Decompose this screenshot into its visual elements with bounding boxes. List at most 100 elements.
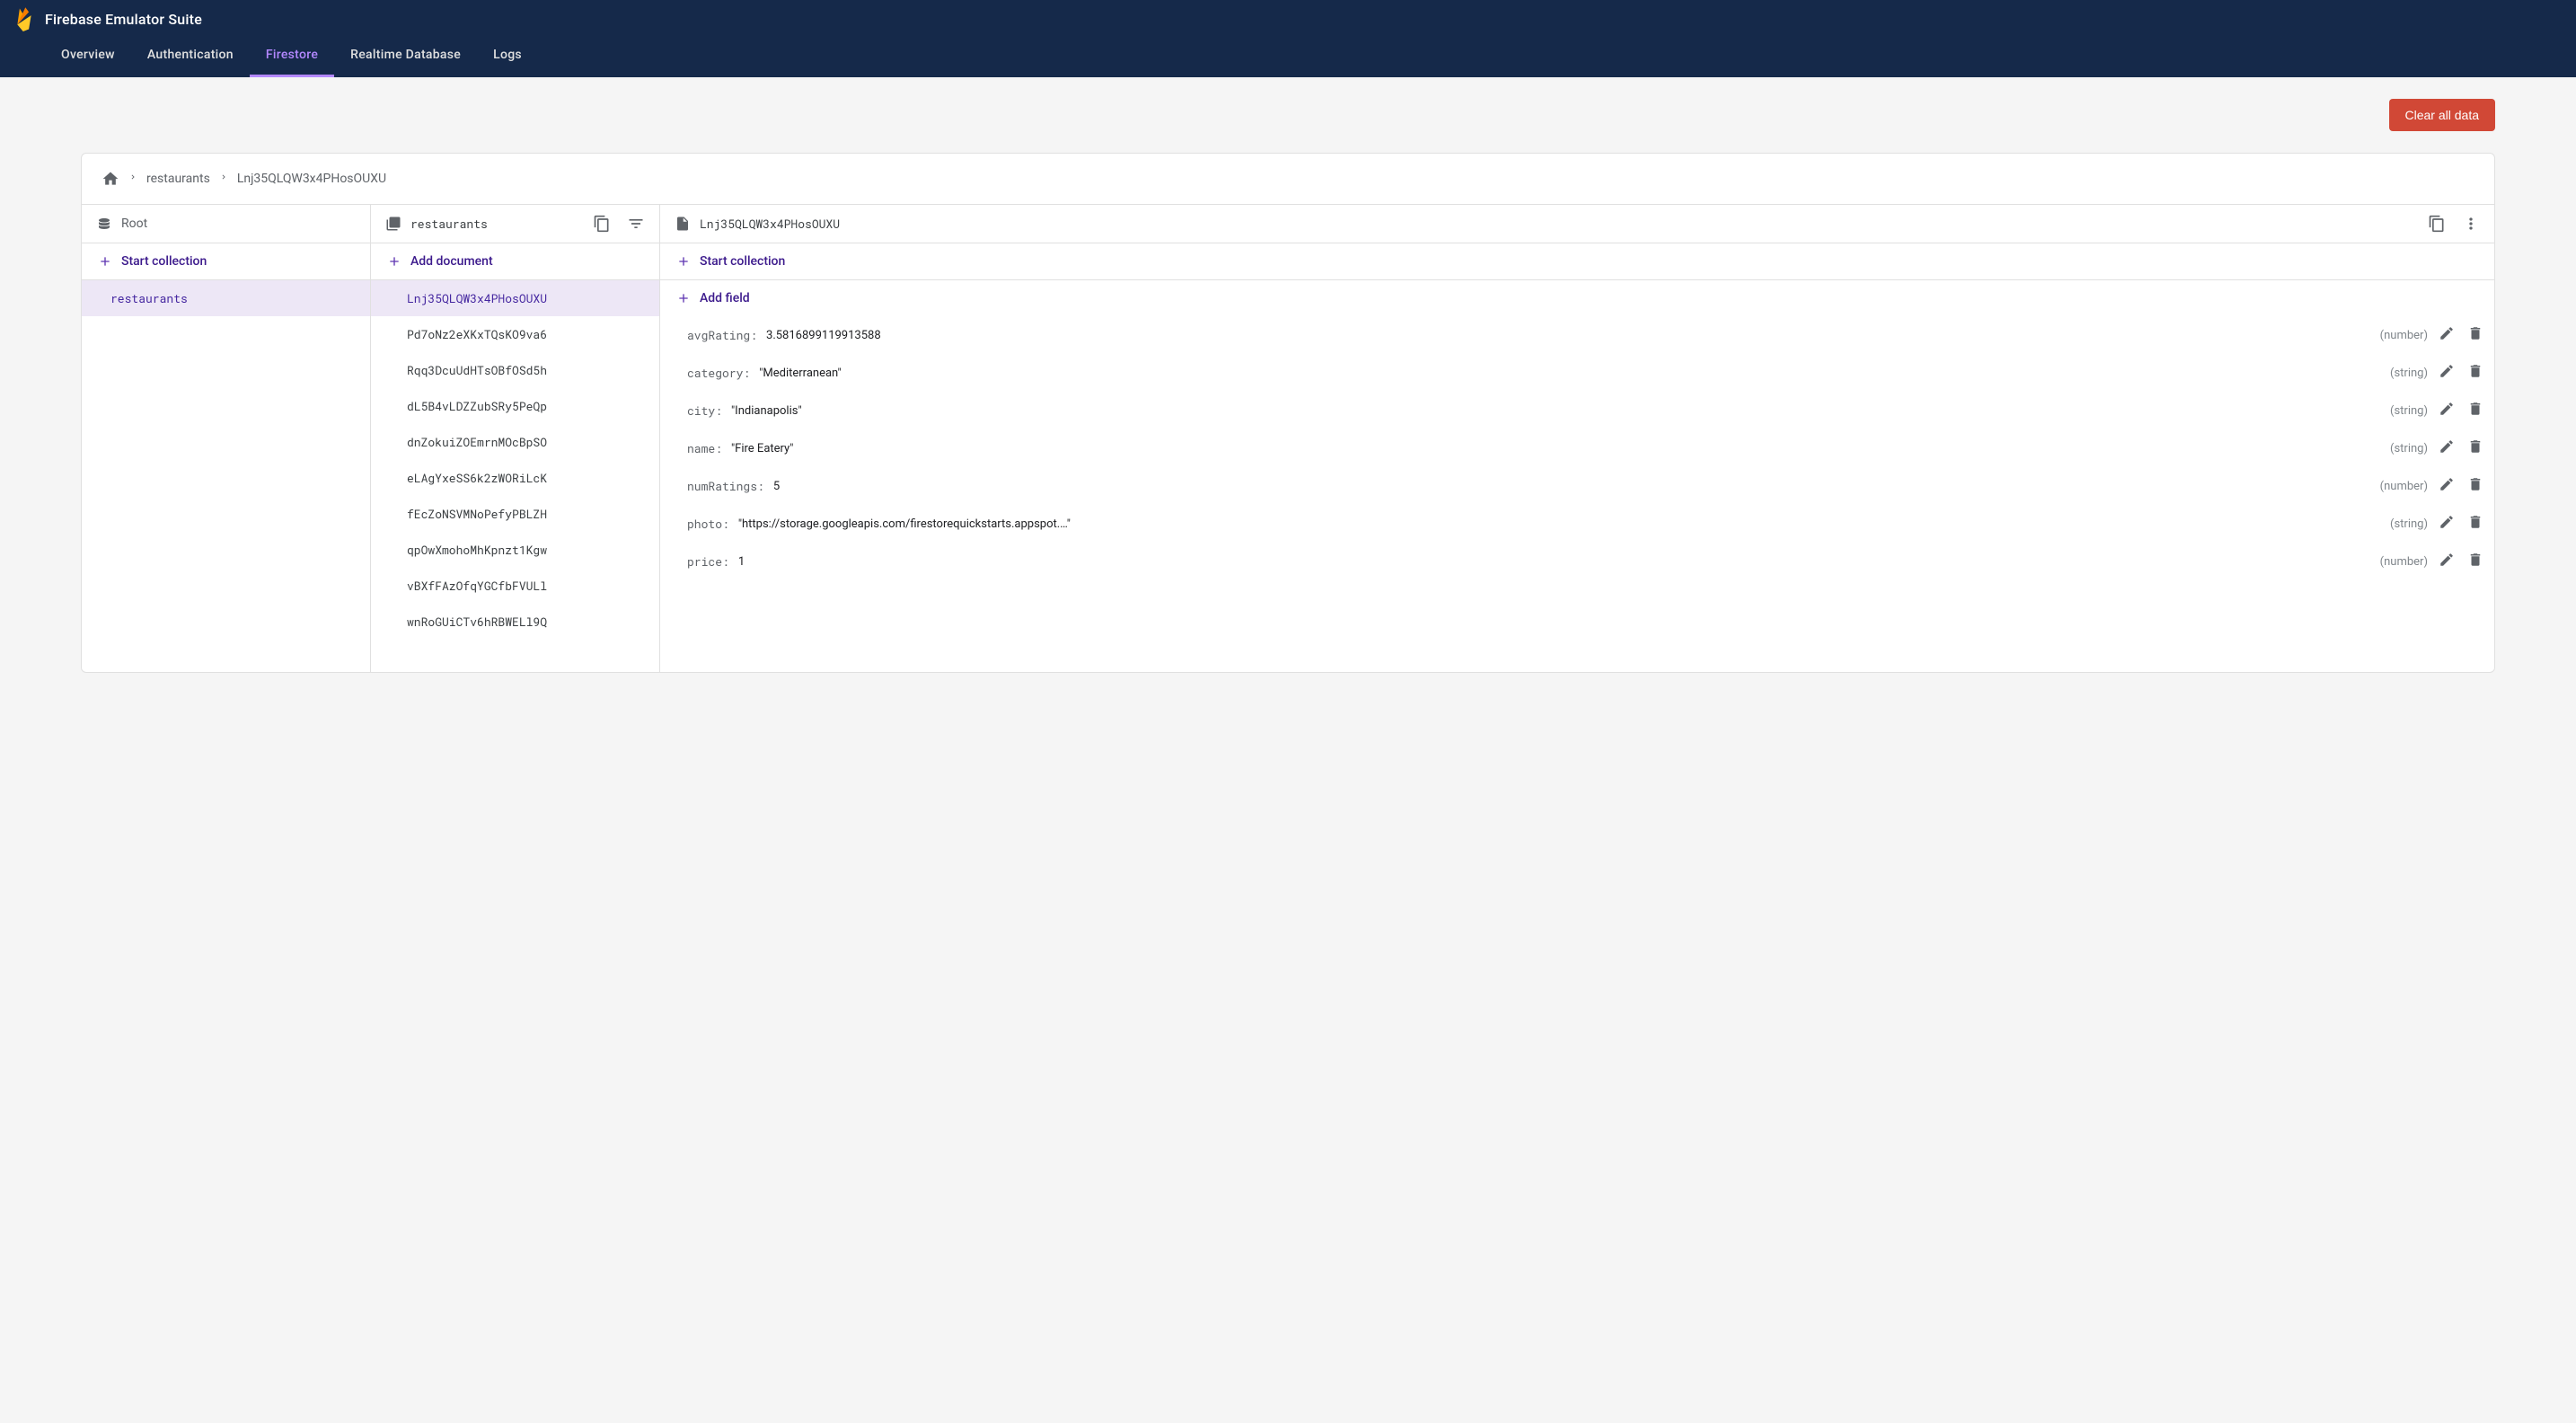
field-row: city: "Indianapolis" (string) <box>660 392 2494 429</box>
chevron-right-icon <box>219 171 228 187</box>
root-label: Root <box>121 217 147 231</box>
add-field-button[interactable]: Add field <box>660 280 2494 316</box>
clear-all-data-button[interactable]: Clear all data <box>2389 99 2496 131</box>
tab-overview[interactable]: Overview <box>45 35 131 77</box>
document-item[interactable]: Rqq3DcuUdHTsOBfOSd5h <box>371 352 659 388</box>
field-key: photo: <box>687 516 729 532</box>
edit-icon[interactable] <box>2439 438 2455 458</box>
breadcrumb-collection[interactable]: restaurants <box>146 172 210 186</box>
tab-firestore[interactable]: Firestore <box>250 35 334 77</box>
delete-icon[interactable] <box>2467 476 2483 496</box>
home-icon[interactable] <box>101 170 119 188</box>
field-key: city: <box>687 402 722 419</box>
breadcrumb-document[interactable]: Lnj35QLQW3x4PHosOUXU <box>237 172 386 186</box>
documents-column: restaurants Add document Lnj35QLQW3x4PHo… <box>371 205 660 672</box>
field-key: name: <box>687 440 722 456</box>
documents-column-header: restaurants <box>371 205 659 243</box>
document-id: Lnj35QLQW3x4PHosOUXU <box>700 216 840 232</box>
plus-icon <box>387 254 401 269</box>
collection-item[interactable]: restaurants <box>82 280 370 316</box>
edit-icon[interactable] <box>2439 514 2455 534</box>
field-value: 3.5816899119913588 <box>766 329 2375 342</box>
edit-icon[interactable] <box>2439 325 2455 345</box>
field-type: (string) <box>2390 442 2433 455</box>
document-item[interactable]: eLAgYxeSS6k2zWORiLcK <box>371 460 659 496</box>
root-column-header: Root <box>82 205 370 243</box>
start-subcollection-button[interactable]: Start collection <box>660 243 2494 280</box>
field-value: 1 <box>738 555 2375 569</box>
field-value: "Fire Eatery" <box>731 442 2385 455</box>
delete-icon[interactable] <box>2467 363 2483 383</box>
document-item[interactable]: qpOwXmohoMhKpnzt1Kgw <box>371 532 659 568</box>
field-value: "Indianapolis" <box>731 404 2385 418</box>
edit-icon[interactable] <box>2439 476 2455 496</box>
field-type: (string) <box>2390 404 2433 418</box>
delete-icon[interactable] <box>2467 401 2483 420</box>
field-row: price: 1 (number) <box>660 543 2494 580</box>
fields-column-header: Lnj35QLQW3x4PHosOUXU <box>660 205 2494 243</box>
app-title: Firebase Emulator Suite <box>45 11 202 28</box>
field-type: (number) <box>2380 555 2433 569</box>
filter-icon[interactable] <box>627 215 645 233</box>
document-item[interactable]: vBXfFAzOfqYGCfbFVULl <box>371 568 659 604</box>
collection-name: restaurants <box>410 216 488 232</box>
field-key: price: <box>687 553 729 570</box>
tab-realtime-database[interactable]: Realtime Database <box>334 35 477 77</box>
toolbar: Clear all data <box>0 77 2576 140</box>
start-collection-label: Start collection <box>121 254 207 269</box>
plus-icon <box>676 254 691 269</box>
edit-icon[interactable] <box>2439 401 2455 420</box>
nav-tabs: OverviewAuthenticationFirestoreRealtime … <box>14 38 2562 77</box>
field-row: photo: "https://storage.googleapis.com/fi… <box>660 505 2494 543</box>
tab-logs[interactable]: Logs <box>477 35 538 77</box>
documents-list: Lnj35QLQW3x4PHosOUXUPd7oNz2eXKxTQsKO9va6… <box>371 280 659 640</box>
add-document-button[interactable]: Add document <box>371 243 659 280</box>
app-header: Firebase Emulator Suite OverviewAuthenti… <box>0 0 2576 77</box>
edit-icon[interactable] <box>2439 552 2455 571</box>
document-item[interactable]: dL5B4vLDZZubSRy5PeQp <box>371 388 659 424</box>
document-item[interactable]: wnRoGUiCTv6hRBWELl9Q <box>371 604 659 640</box>
plus-icon <box>676 291 691 305</box>
document-item[interactable]: dnZokuiZOEmrnMOcBpSO <box>371 424 659 460</box>
fields-column: Lnj35QLQW3x4PHosOUXU Start collection Ad… <box>660 205 2494 672</box>
root-column: Root Start collection restaurants <box>82 205 371 672</box>
field-value: 5 <box>773 480 2375 493</box>
field-value: "Mediterranean" <box>759 367 2385 380</box>
document-item[interactable]: Pd7oNz2eXKxTQsKO9va6 <box>371 316 659 352</box>
field-actions <box>2439 325 2483 345</box>
plus-icon <box>98 254 112 269</box>
field-actions <box>2439 552 2483 571</box>
firestore-panel: restaurants Lnj35QLQW3x4PHosOUXU Root St… <box>81 153 2495 673</box>
field-row: avgRating:3.5816899119913588(number) <box>660 316 2494 354</box>
tab-authentication[interactable]: Authentication <box>131 35 250 77</box>
field-actions <box>2439 363 2483 383</box>
document-icon <box>675 216 691 232</box>
delete-icon[interactable] <box>2467 552 2483 571</box>
delete-icon[interactable] <box>2467 438 2483 458</box>
delete-icon[interactable] <box>2467 514 2483 534</box>
database-icon <box>96 216 112 232</box>
delete-icon[interactable] <box>2467 325 2483 345</box>
more-vert-icon[interactable] <box>2462 215 2480 233</box>
field-type: (string) <box>2390 517 2433 531</box>
edit-icon[interactable] <box>2439 363 2455 383</box>
collection-icon <box>385 216 401 232</box>
field-actions <box>2439 438 2483 458</box>
document-item[interactable]: fEcZoNSVMNoPefyPBLZH <box>371 496 659 532</box>
copy-icon[interactable] <box>2428 215 2446 233</box>
start-subcollection-label: Start collection <box>700 254 785 269</box>
field-type: (number) <box>2380 480 2433 493</box>
field-type: (string) <box>2390 367 2433 380</box>
firebase-logo-icon <box>14 6 34 31</box>
add-field-label: Add field <box>700 291 750 305</box>
document-item[interactable]: Lnj35QLQW3x4PHosOUXU <box>371 280 659 316</box>
field-key: numRatings: <box>687 478 764 494</box>
chevron-right-icon <box>128 171 137 187</box>
field-actions <box>2439 514 2483 534</box>
field-value: "https://storage.googleapis.com/firestor… <box>738 517 2385 531</box>
field-key: avgRating: <box>687 327 757 343</box>
copy-icon[interactable] <box>593 215 611 233</box>
start-collection-button[interactable]: Start collection <box>82 243 370 280</box>
fields-list: avgRating:3.5816899119913588(number)cate… <box>660 316 2494 580</box>
field-row: name: "Fire Eatery" (string) <box>660 429 2494 467</box>
